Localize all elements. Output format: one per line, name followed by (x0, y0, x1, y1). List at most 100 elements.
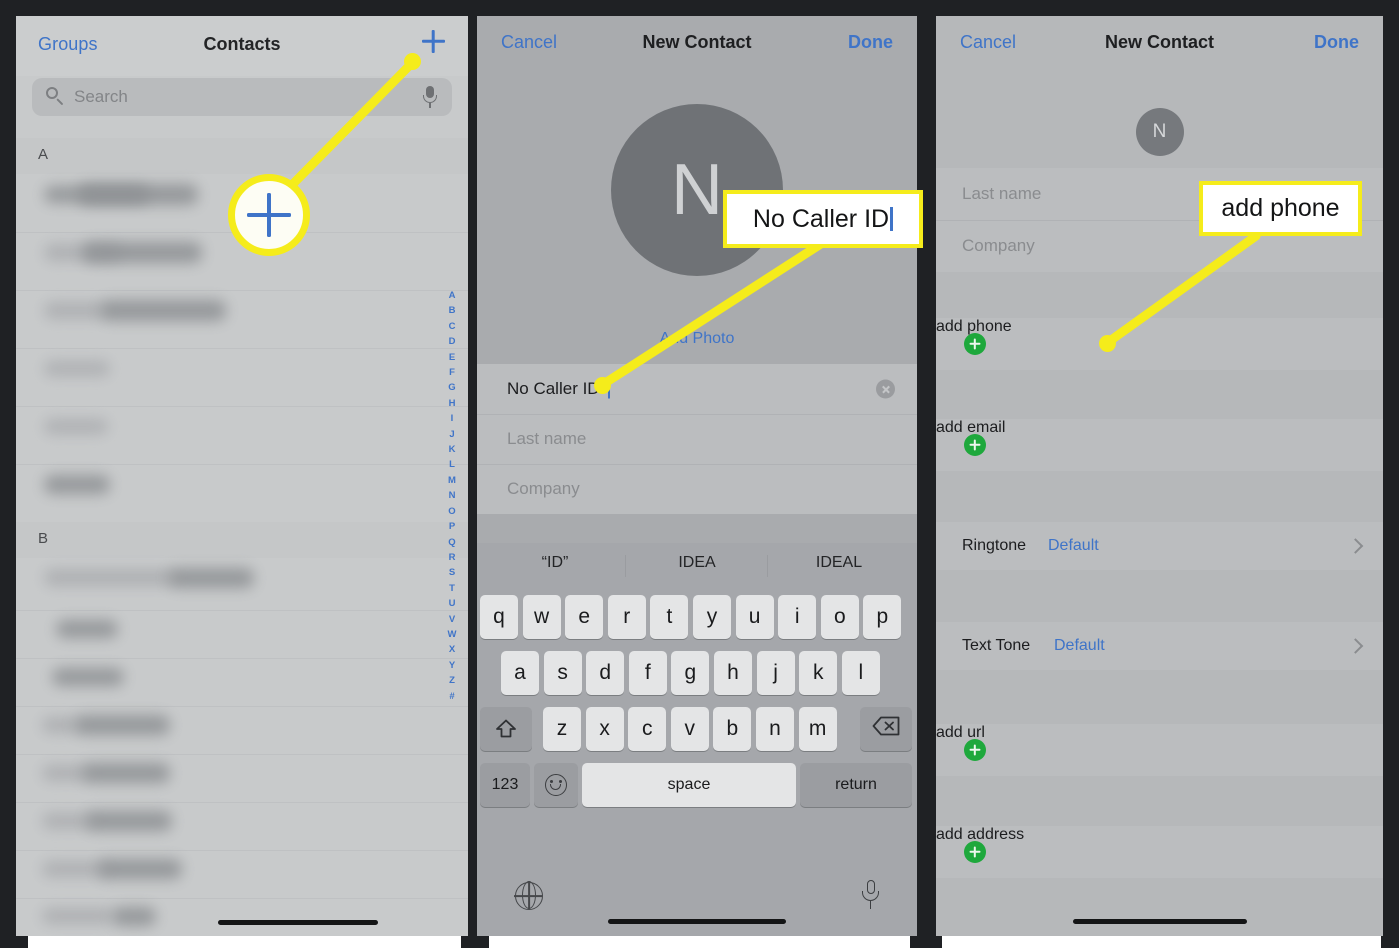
key-h[interactable]: h (714, 651, 752, 695)
add-phone-row[interactable]: add phone (936, 318, 1383, 370)
index-letter-d[interactable]: D (449, 334, 456, 349)
space-key[interactable]: space (582, 763, 796, 807)
key-s[interactable]: s (543, 651, 582, 695)
index-letter-r[interactable]: R (449, 550, 456, 565)
device-bezel-top (0, 0, 1399, 16)
key-o[interactable]: o (820, 595, 859, 639)
index-letter-o[interactable]: O (448, 504, 455, 519)
index-letter-u[interactable]: U (449, 596, 456, 611)
key-m[interactable]: m (798, 707, 837, 751)
index-letter-b[interactable]: B (449, 303, 456, 318)
list-item[interactable] (16, 406, 468, 465)
company-field[interactable]: Company (477, 464, 917, 514)
done-button[interactable]: Done (1314, 32, 1359, 53)
list-item[interactable] (16, 290, 468, 349)
index-letter-n[interactable]: N (449, 488, 456, 503)
index-letter-x[interactable]: X (449, 642, 455, 657)
prediction-0[interactable]: “ID” (485, 554, 625, 572)
emoji-key[interactable] (534, 763, 578, 807)
index-letter-h[interactable]: H (449, 396, 456, 411)
key-r[interactable]: r (607, 595, 646, 639)
key-d[interactable]: d (586, 651, 625, 695)
key-v[interactable]: v (670, 707, 709, 751)
key-t[interactable]: t (650, 595, 689, 639)
index-letter-m[interactable]: M (448, 473, 456, 488)
key-c[interactable]: c (628, 707, 667, 751)
index-letter-l[interactable]: L (449, 457, 455, 472)
index-letter-e[interactable]: E (449, 350, 455, 365)
index-letter-j[interactable]: J (449, 427, 454, 442)
key-n[interactable]: n (756, 707, 794, 751)
index-letter-q[interactable]: Q (448, 535, 455, 550)
list-item[interactable] (16, 658, 468, 707)
clear-circle-icon[interactable] (876, 379, 895, 399)
microphone-icon[interactable] (862, 880, 879, 910)
last-name-field[interactable]: Last name (477, 414, 917, 465)
shift-key[interactable] (480, 707, 532, 751)
numeric-key[interactable]: 123 (480, 763, 530, 807)
done-button[interactable]: Done (848, 32, 893, 53)
index-letter-t[interactable]: T (449, 581, 455, 596)
add-email-row[interactable]: add email (936, 419, 1383, 471)
add-address-row[interactable]: add address (936, 826, 1383, 878)
add-contact-plus-icon[interactable] (416, 24, 450, 58)
index-letter-y[interactable]: Y (449, 658, 455, 673)
contact-avatar[interactable]: N (611, 104, 783, 276)
key-q[interactable]: q (480, 595, 518, 639)
return-key[interactable]: return (800, 763, 912, 807)
backspace-key[interactable] (860, 707, 912, 751)
search-input[interactable]: Search (32, 78, 452, 116)
key-z[interactable]: z (543, 707, 581, 751)
index-letter-hash[interactable]: # (449, 689, 454, 704)
index-letter-v[interactable]: V (449, 612, 455, 627)
list-item[interactable] (16, 232, 468, 291)
list-item[interactable] (16, 706, 468, 755)
ringtone-row[interactable]: Ringtone Default (936, 522, 1383, 570)
contact-avatar[interactable]: N (1135, 108, 1184, 156)
key-w[interactable]: w (522, 595, 561, 639)
prediction-2[interactable]: IDEAL (769, 554, 909, 572)
first-name-field[interactable]: No Caller ID (477, 364, 917, 415)
list-item[interactable] (16, 348, 468, 407)
index-letter-k[interactable]: K (449, 442, 456, 457)
index-letter-i[interactable]: I (451, 411, 454, 426)
add-url-row[interactable]: add url (936, 724, 1383, 776)
last-name-field[interactable]: Last name (936, 168, 1383, 221)
key-y[interactable]: y (693, 595, 731, 639)
index-letter-c[interactable]: C (449, 319, 456, 334)
company-field[interactable]: Company (936, 220, 1383, 272)
list-item[interactable] (16, 850, 468, 899)
key-f[interactable]: f (628, 651, 667, 695)
list-item[interactable] (16, 898, 468, 936)
key-i[interactable]: i (778, 595, 817, 639)
microphone-icon[interactable] (422, 86, 438, 108)
index-letter-z[interactable]: Z (449, 673, 455, 688)
key-u[interactable]: u (735, 595, 774, 639)
key-j[interactable]: j (756, 651, 795, 695)
text-tone-row[interactable]: Text Tone Default (936, 622, 1383, 670)
index-letter-p[interactable]: P (449, 519, 455, 534)
list-item[interactable] (16, 558, 468, 611)
index-letter-g[interactable]: G (448, 380, 455, 395)
key-l[interactable]: l (841, 651, 880, 695)
key-b[interactable]: b (713, 707, 752, 751)
index-letter-a[interactable]: A (449, 288, 456, 303)
index-letter-w[interactable]: W (448, 627, 457, 642)
prediction-1[interactable]: IDEA (627, 554, 767, 572)
key-p[interactable]: p (863, 595, 902, 639)
add-photo-button[interactable]: Add Photo (477, 330, 917, 348)
alphabet-index[interactable]: A B C D E F G H I J K L M N O P Q R S T U V W X Y Z # (445, 288, 459, 704)
key-e[interactable]: e (565, 595, 604, 639)
key-x[interactable]: x (585, 707, 624, 751)
list-item[interactable] (16, 174, 468, 233)
globe-icon[interactable] (515, 881, 543, 910)
list-item[interactable] (16, 610, 468, 659)
index-letter-s[interactable]: S (449, 565, 455, 580)
index-letter-f[interactable]: F (449, 365, 455, 380)
key-k[interactable]: k (799, 651, 838, 695)
list-item[interactable] (16, 754, 468, 803)
list-item[interactable] (16, 464, 468, 523)
list-item[interactable] (16, 802, 468, 851)
key-g[interactable]: g (671, 651, 710, 695)
key-a[interactable]: a (501, 651, 539, 695)
